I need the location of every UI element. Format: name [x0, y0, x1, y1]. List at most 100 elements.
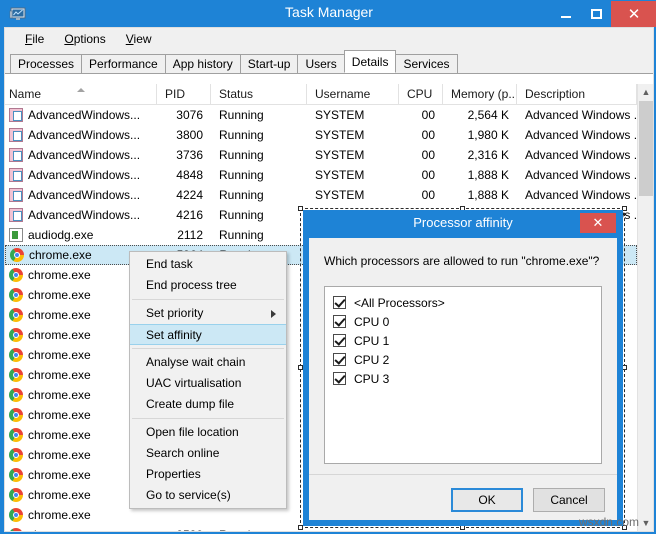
context-menu-item-label: End process tree: [146, 278, 237, 292]
context-menu-item-properties[interactable]: Properties: [130, 464, 286, 485]
application-icon: [9, 148, 23, 162]
cell-name: AdvancedWindows...: [5, 125, 157, 145]
scrollbar-thumb[interactable]: [639, 101, 653, 196]
context-menu-item-go-to-service-s[interactable]: Go to service(s): [130, 485, 286, 506]
processor-label: CPU 2: [354, 352, 390, 367]
table-row[interactable]: AdvancedWindows... 4848 Running SYSTEM 00 1,8…: [5, 165, 637, 185]
dialog-close-button[interactable]: ✕: [580, 213, 616, 233]
cell-name: AdvancedWindows...: [5, 145, 157, 165]
tab-details[interactable]: Details: [343, 50, 397, 73]
tab-strip: Processes Performance App history Start-up U…: [5, 50, 653, 74]
title-bar: Task Manager ✕: [1, 1, 656, 27]
tab-performance[interactable]: Performance: [81, 54, 166, 73]
cell-pid: 3736: [176, 148, 203, 162]
column-header-username[interactable]: Username: [307, 84, 399, 105]
context-menu-item-uac-virtualisation[interactable]: UAC virtualisation: [130, 373, 286, 394]
column-header-pid[interactable]: PID: [157, 84, 211, 105]
context-menu-item-set-affinity[interactable]: Set affinity: [130, 324, 286, 345]
processor-option[interactable]: CPU 3: [333, 369, 601, 388]
process-name: audiodg.exe: [28, 228, 94, 242]
table-row[interactable]: AdvancedWindows... 3076 Running SYSTEM 00 2,5…: [5, 105, 637, 125]
process-name: chrome.exe: [28, 525, 91, 531]
cell-pid: 4848: [176, 168, 203, 182]
menu-file[interactable]: File: [15, 30, 54, 48]
close-button[interactable]: ✕: [611, 1, 656, 27]
column-header-memory[interactable]: Memory (p...: [443, 84, 517, 105]
maximize-button[interactable]: [581, 1, 611, 27]
scroll-down-icon[interactable]: ▼: [638, 515, 654, 531]
cell-status: Running: [219, 128, 264, 142]
menu-bar: File Options View: [5, 28, 653, 50]
checkbox-icon[interactable]: [333, 296, 346, 309]
context-menu-item-label: Set affinity: [146, 328, 202, 342]
context-menu-item-set-priority[interactable]: Set priority: [130, 303, 286, 324]
table-row[interactable]: AdvancedWindows... 4224 Running SYSTEM 00 1,8…: [5, 185, 637, 205]
context-menu-item-create-dump-file[interactable]: Create dump file: [130, 394, 286, 415]
minimize-button[interactable]: [551, 1, 581, 27]
process-name: chrome.exe: [28, 288, 91, 302]
chrome-icon: [9, 328, 23, 342]
cell-status: Running: [211, 525, 307, 531]
cancel-button[interactable]: Cancel: [533, 488, 605, 512]
cell-memory: 1,888 K: [467, 188, 509, 202]
table-row[interactable]: AdvancedWindows... 3736 Running SYSTEM 00 2,3…: [5, 145, 637, 165]
processor-label: CPU 3: [354, 371, 390, 386]
process-name: chrome.exe: [28, 448, 91, 462]
tab-app-history[interactable]: App history: [164, 54, 241, 73]
dialog-body: Which processors are allowed to run "chr…: [309, 238, 617, 520]
tab-services[interactable]: Services: [395, 54, 458, 73]
context-menu-item-end-process-tree[interactable]: End process tree: [130, 275, 286, 296]
checkbox-icon[interactable]: [333, 334, 346, 347]
processor-option[interactable]: CPU 1: [333, 331, 601, 350]
cell-memory: 1,980 K: [467, 128, 509, 142]
checkbox-icon[interactable]: [333, 353, 346, 366]
context-menu-item-end-task[interactable]: End task: [130, 254, 286, 275]
column-header-status[interactable]: Status: [211, 84, 307, 105]
cell-description: Advanced Windows ...: [525, 188, 637, 202]
tab-processes[interactable]: Processes: [10, 54, 83, 73]
tab-users[interactable]: Users: [297, 54, 345, 73]
context-menu-separator: [132, 348, 284, 349]
column-header-cpu[interactable]: CPU: [399, 84, 443, 105]
menu-options[interactable]: Options: [54, 30, 115, 48]
application-icon: [9, 108, 23, 122]
processor-option[interactable]: <All Processors>: [333, 293, 601, 312]
ok-button[interactable]: OK: [451, 488, 523, 512]
table-row[interactable]: AdvancedWindows... 3800 Running SYSTEM 00 1,9…: [5, 125, 637, 145]
cell-pid: 3076: [176, 108, 203, 122]
cell-pid: 3800: [176, 128, 203, 142]
process-name: AdvancedWindows...: [28, 148, 141, 162]
processor-checkbox-list[interactable]: <All Processors> CPU 0 CPU 1 CPU 2 CPU 3: [324, 286, 602, 464]
context-menu-item-label: UAC virtualisation: [146, 376, 242, 390]
checkbox-icon[interactable]: [333, 315, 346, 328]
context-menu-item-open-file-location[interactable]: Open file location: [130, 422, 286, 443]
cell-cpu: 00: [421, 188, 435, 202]
tab-start-up[interactable]: Start-up: [239, 54, 299, 73]
process-name: chrome.exe: [28, 488, 91, 502]
cell-pid: 2580: [157, 525, 211, 531]
column-header-description[interactable]: Description: [517, 84, 637, 105]
application-icon: [9, 188, 23, 202]
context-menu-item-label: Set priority: [146, 306, 204, 320]
menu-view[interactable]: View: [116, 30, 162, 48]
process-name: chrome.exe: [28, 468, 91, 482]
process-name: chrome.exe: [28, 388, 91, 402]
context-menu-item-label: Analyse wait chain: [146, 355, 246, 369]
scroll-up-icon[interactable]: ▲: [638, 84, 654, 100]
cell-status: Running: [219, 168, 264, 182]
processor-option[interactable]: CPU 2: [333, 350, 601, 369]
sort-ascending-icon: [77, 88, 85, 92]
cell-status: Running: [219, 208, 264, 222]
processor-label: CPU 0: [354, 314, 390, 329]
chrome-icon: [9, 528, 23, 531]
process-name: chrome.exe: [28, 328, 91, 342]
process-name: AdvancedWindows...: [28, 168, 141, 182]
context-menu-item-analyse-wait-chain[interactable]: Analyse wait chain: [130, 352, 286, 373]
processor-option[interactable]: CPU 0: [333, 312, 601, 331]
context-menu-item-search-online[interactable]: Search online: [130, 443, 286, 464]
dialog-question-text: Which processors are allowed to run "chr…: [324, 254, 600, 268]
vertical-scrollbar[interactable]: ▲ ▼: [637, 84, 653, 531]
process-name: AdvancedWindows...: [28, 128, 141, 142]
checkbox-icon[interactable]: [333, 372, 346, 385]
cell-status: Running: [219, 108, 264, 122]
